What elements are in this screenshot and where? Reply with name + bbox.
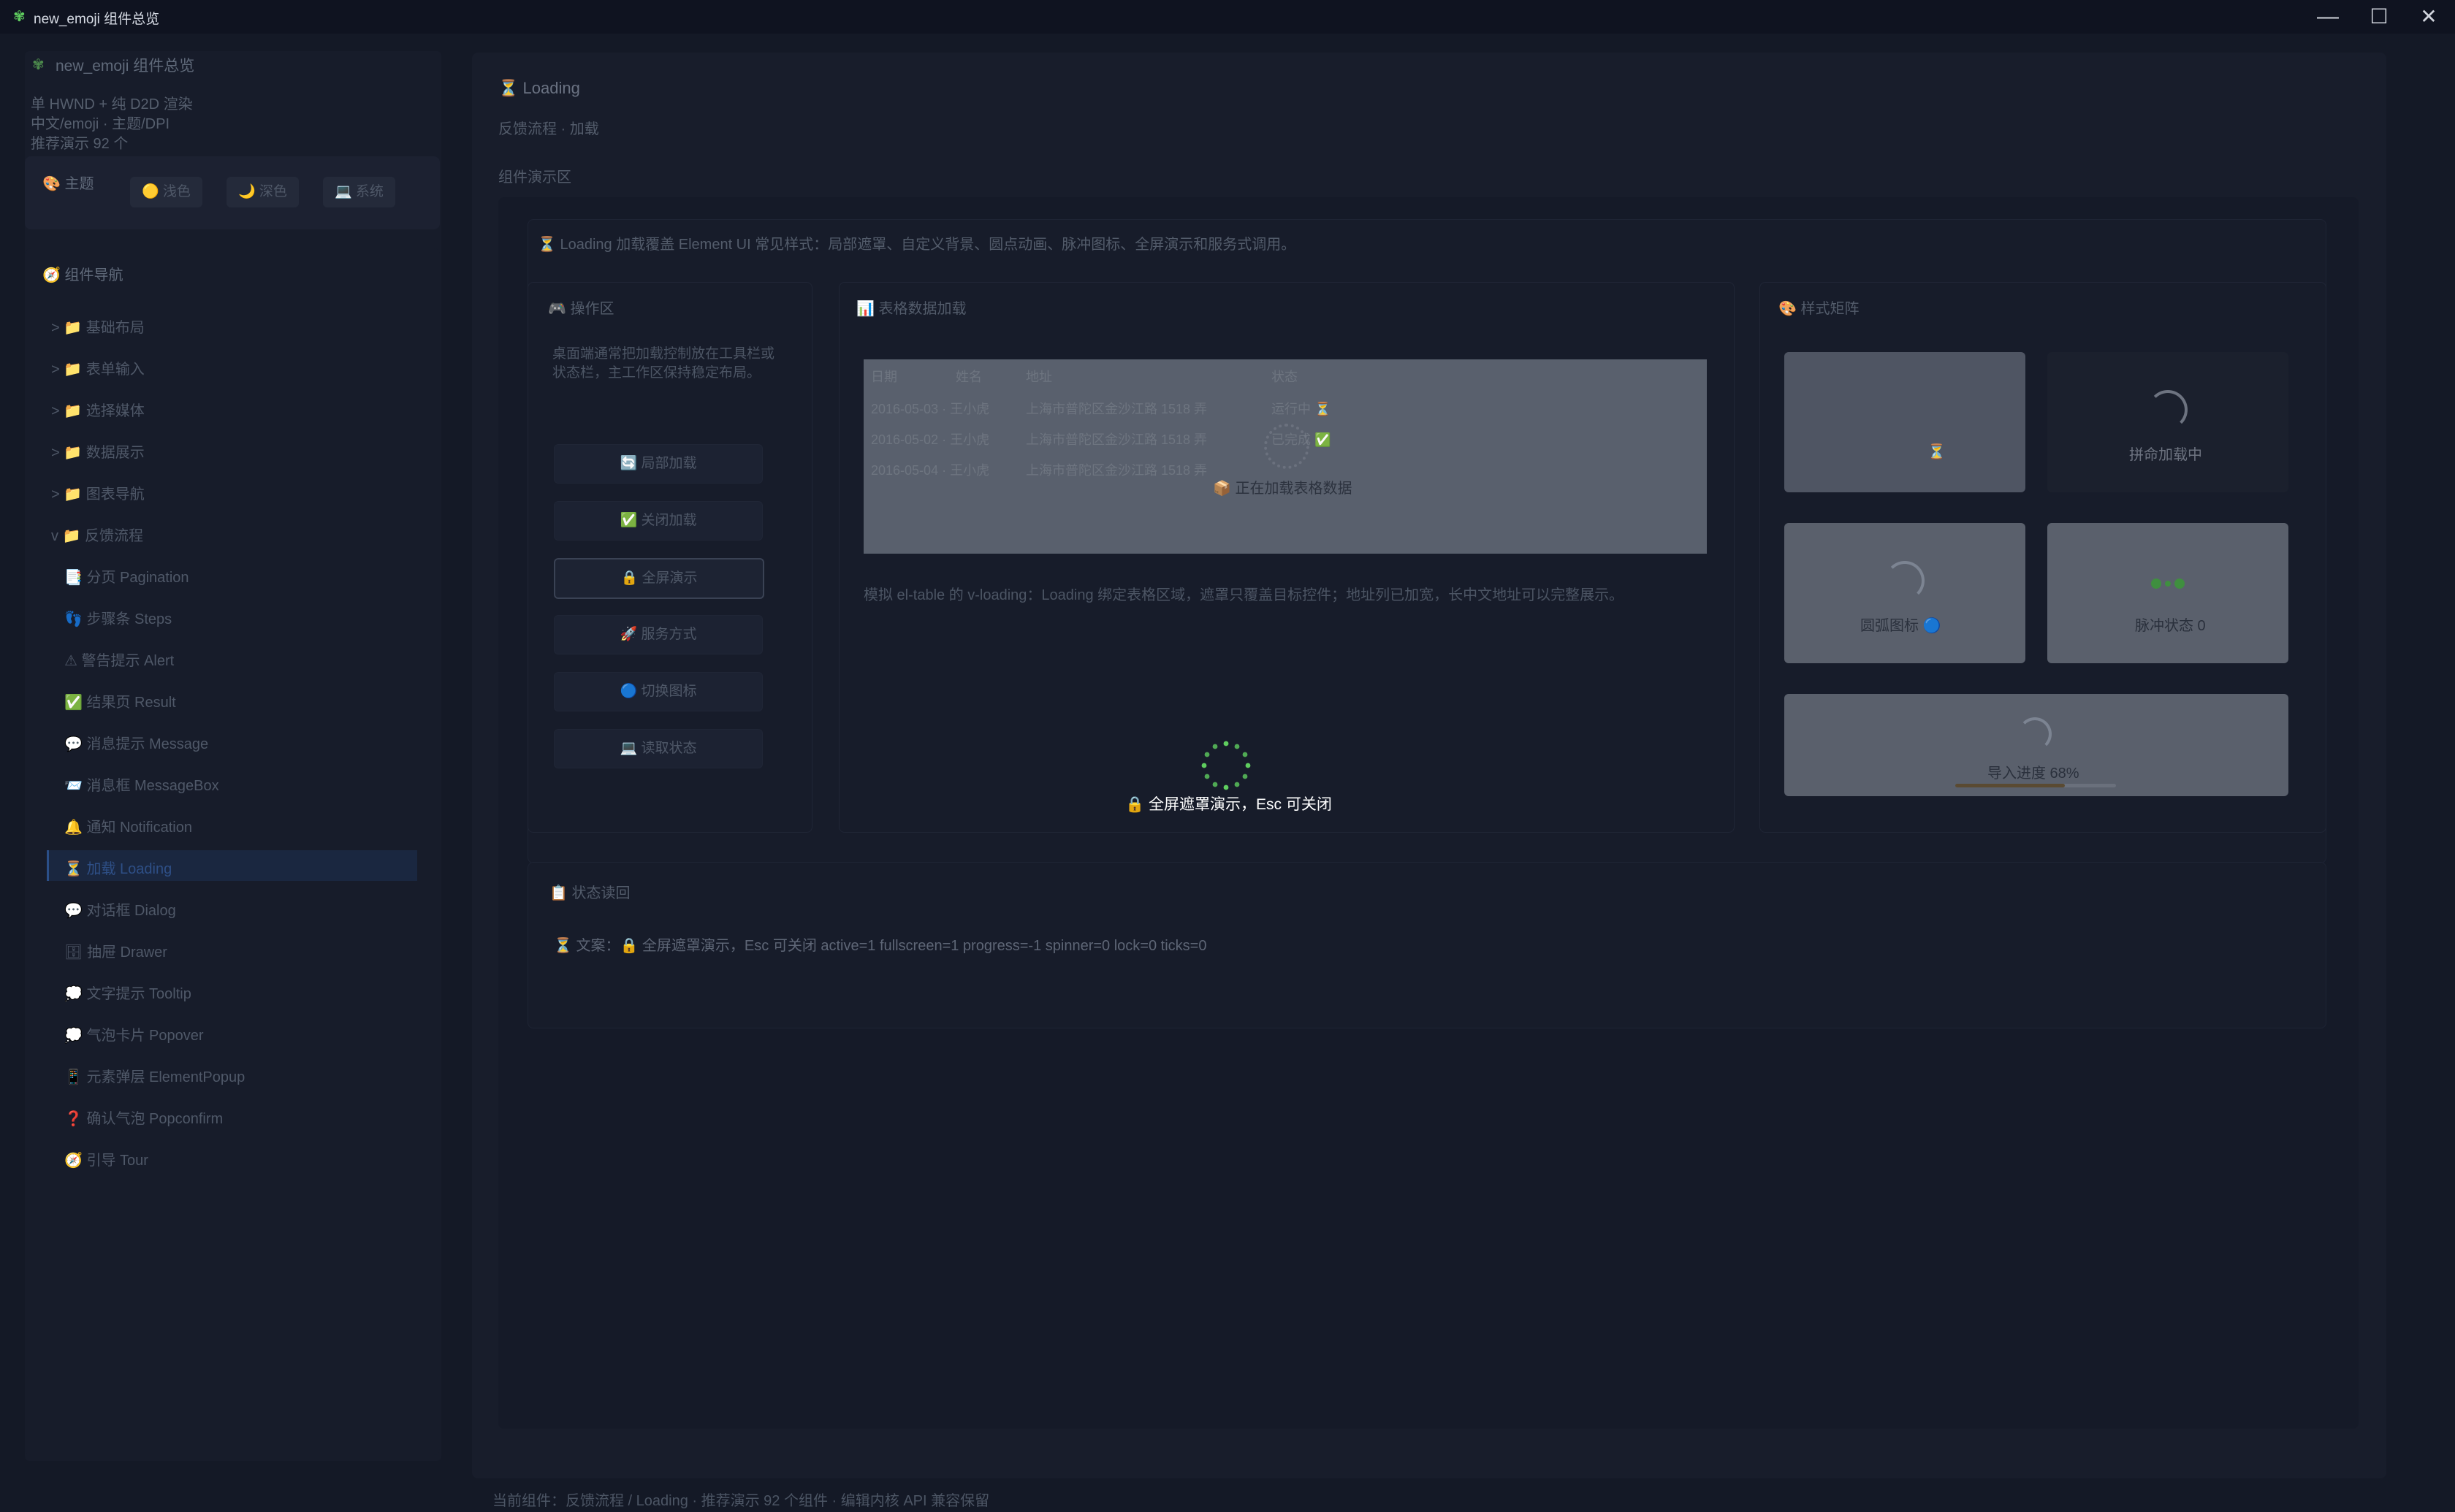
spinner-dot (1212, 782, 1218, 787)
spinner-dot (1212, 744, 1218, 749)
table-header-address: 地址 (1026, 370, 1052, 384)
theme-dark-button[interactable]: 🌙 深色 (227, 177, 299, 207)
nav-item-popconfirm[interactable]: ❓ 确认气泡 Popconfirm (64, 1107, 223, 1128)
style-box-mask (1784, 352, 2025, 492)
nav-item-dialog[interactable]: 💬 对话框 Dialog (64, 898, 176, 920)
close-button[interactable]: ✕ (2410, 4, 2448, 29)
spinner-dot (1242, 752, 1248, 757)
spinner-dot (1201, 763, 1207, 768)
intro-text: ⏳ Loading 加载覆盖 Element UI 常见样式：局部遮罩、自定义背… (538, 237, 1296, 253)
table-spinner-icon (1264, 424, 1309, 469)
pulse-dot-icon (2174, 579, 2185, 589)
table-cell: 2016-05-02 · 王小虎 (871, 432, 990, 447)
status-text: ⏳ 文案：🔒 全屏遮罩演示，Esc 可关闭 active=1 fullscree… (554, 938, 1207, 954)
table-cell: 2016-05-04 · 王小虎 (871, 463, 990, 478)
table-loading-text: 📦 正在加载表格数据 (1213, 481, 1352, 497)
sidebar-info-line: 中文/emoji · 主题/DPI (31, 116, 170, 132)
progress-fill (1955, 784, 2065, 787)
nav-group-chart-nav[interactable]: > 📁 图表导航 (51, 482, 145, 503)
table-cell: 上海市普陀区金沙江路 1518 弄 (1026, 402, 1208, 416)
page-title: ⏳ Loading (498, 79, 580, 97)
fullscreen-dot-spinner-icon (1201, 741, 1251, 790)
operations-title: 🎮 操作区 (548, 301, 614, 317)
table-card-title: 📊 表格数据加载 (856, 301, 967, 317)
nav-group-data-display[interactable]: > 📁 数据展示 (51, 440, 145, 462)
table-cell: 上海市普陀区金沙江路 1518 弄 (1026, 463, 1208, 478)
fullscreen-loading-text: 🔒 全屏遮罩演示，Esc 可关闭 (1125, 796, 1332, 813)
spinner-dot (1245, 763, 1251, 768)
app-logo-icon: ✾ (13, 9, 26, 25)
style-box-mask-label: ⏳ (1927, 444, 1946, 460)
style-matrix-title: 🎨 样式矩阵 (1778, 301, 1860, 317)
window-title: new_emoji 组件总览 (34, 12, 160, 27)
table-header-date: 日期 (871, 370, 897, 384)
theme-label: 🎨 主题 (42, 176, 94, 192)
arc-spinner-icon (2148, 390, 2188, 429)
theme-light-button[interactable]: 🟡 浅色 (130, 177, 202, 207)
nav-item-loading[interactable]: ⏳ 加载 Loading (64, 857, 172, 878)
operations-description: 桌面端通常把加载控制放在工具栏或状态栏，主工作区保持稳定布局。 (552, 346, 775, 381)
nav-item-pagination[interactable]: 📑 分页 Pagination (64, 565, 189, 587)
pulse-dot-icon (2165, 581, 2171, 587)
nav-item-drawer[interactable]: 🗄 抽屉 Drawer (64, 940, 167, 961)
nav-item-notification[interactable]: 🔔 通知 Notification (64, 815, 192, 836)
nav-item-popover[interactable]: 💭 气泡卡片 Popover (64, 1023, 204, 1045)
spinner-dot (1234, 744, 1240, 749)
nav-group-form-input[interactable]: > 📁 表单输入 (51, 357, 145, 378)
nav-item-elementpopup[interactable]: 📱 元素弹层 ElementPopup (64, 1065, 245, 1086)
brand-logo-icon: ✾ (32, 57, 45, 73)
style-box-pulse-label: 脉冲状态 0 (2135, 618, 2206, 634)
read-state-button[interactable]: 💻 读取状态 (554, 729, 763, 768)
demo-area-label: 组件演示区 (498, 169, 571, 186)
sidebar-info-line: 单 HWND + 纯 D2D 渲染 (31, 96, 193, 112)
nav-item-alert[interactable]: ⚠ 警告提示 Alert (64, 649, 174, 670)
nav-header: 🧭 组件导航 (42, 267, 123, 283)
nav-item-messagebox[interactable]: 📨 消息框 MessageBox (64, 774, 219, 795)
nav-item-tour[interactable]: 🧭 引导 Tour (64, 1148, 148, 1169)
minimize-button[interactable]: — (2309, 4, 2347, 29)
service-mode-button[interactable]: 🚀 服务方式 (554, 615, 763, 654)
spinner-dot (1204, 774, 1210, 779)
nav-group-select-media[interactable]: > 📁 选择媒体 (51, 399, 145, 420)
nav-item-tooltip[interactable]: 💭 文字提示 Tooltip (64, 982, 191, 1003)
switch-icon-button[interactable]: 🔵 切换图标 (554, 672, 763, 711)
pulse-dot-icon (2151, 579, 2161, 589)
style-box-pulse (2047, 523, 2288, 663)
nav-item-result[interactable]: ✅ 结果页 Result (64, 690, 176, 711)
table-header-status: 状态 (1271, 370, 1298, 384)
breadcrumb: 反馈流程 · 加载 (498, 121, 599, 137)
table-cell: 2016-05-03 · 王小虎 (871, 402, 990, 416)
title-bar (0, 0, 2455, 34)
table-cell: 运行中 ⏳ (1271, 402, 1331, 416)
progress-track (1955, 784, 2116, 787)
arc-spinner-icon (2018, 717, 2052, 751)
spinner-dot (1242, 774, 1248, 779)
style-box-arc-label: 圆弧图标 🔵 (1860, 618, 1941, 634)
fullscreen-demo-button[interactable]: 🔒 全屏演示 (554, 558, 764, 599)
table-header-name: 姓名 (956, 370, 982, 384)
brand-title: new_emoji 组件总览 (56, 58, 195, 75)
nav-item-steps[interactable]: 👣 步骤条 Steps (64, 607, 172, 628)
status-bar-text: 当前组件：反馈流程 / Loading · 推荐演示 92 个组件 · 编辑内核… (492, 1493, 990, 1509)
spinner-dot (1204, 752, 1210, 757)
table-note: 模拟 el-table 的 v-loading：Loading 绑定表格区域，遮… (864, 587, 1624, 603)
spinner-dot (1223, 784, 1229, 790)
nav-group-basic-layout[interactable]: > 📁 基础布局 (51, 316, 145, 337)
nav-item-message[interactable]: 💬 消息提示 Message (64, 732, 208, 753)
maximize-button[interactable]: ☐ (2360, 4, 2398, 29)
spinner-dot (1234, 782, 1240, 787)
sidebar-info-line: 推荐演示 92 个 (31, 136, 129, 152)
local-loading-button[interactable]: 🔄 局部加载 (554, 444, 763, 484)
theme-system-button[interactable]: 💻 系统 (323, 177, 395, 207)
style-box-custom-bg-label: 拼命加载中 (2129, 447, 2202, 463)
nav-group-feedback[interactable]: v 📁 反馈流程 (51, 524, 143, 545)
spinner-dot (1223, 741, 1229, 747)
close-loading-button[interactable]: ✅ 关闭加载 (554, 501, 763, 541)
table-cell: 上海市普陀区金沙江路 1518 弄 (1026, 432, 1208, 447)
style-box-progress-label: 导入进度 68% (1987, 765, 2079, 782)
status-title: 📋 状态读回 (549, 885, 631, 901)
arc-spinner-icon (1885, 561, 1925, 600)
